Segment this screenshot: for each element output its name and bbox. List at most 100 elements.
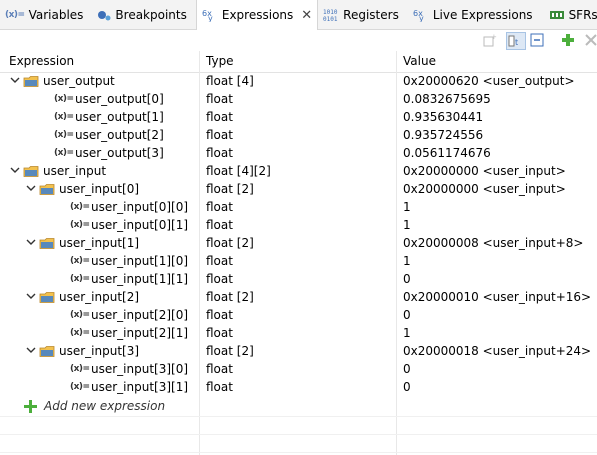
- expression-name: user_input[1]: [59, 236, 140, 250]
- svg-text:y: y: [419, 14, 424, 22]
- array-folder-icon: [23, 166, 39, 177]
- array-folder-icon: [23, 76, 39, 87]
- show-type-names-icon[interactable]: t: [506, 32, 526, 50]
- column-expression[interactable]: Expression: [9, 54, 74, 68]
- expression-value[interactable]: 1: [403, 218, 411, 232]
- tab-label: Breakpoints: [115, 7, 187, 22]
- expression-value[interactable]: 0x20000000 <user_input>: [403, 164, 566, 178]
- column-type[interactable]: Type: [206, 54, 234, 68]
- tree-row[interactable]: (x)= user_input[1][0] float 1: [0, 253, 597, 271]
- chevron-down-icon[interactable]: [25, 290, 37, 302]
- chevron-down-icon[interactable]: [9, 164, 21, 176]
- expression-value[interactable]: 0: [403, 362, 411, 376]
- tab-expressions[interactable]: 6x y Expressions ✕: [195, 0, 319, 30]
- tab-label: Variables: [28, 7, 84, 22]
- tree-row[interactable]: user_input[1] float [2] 0x20000008 <user_i…: [0, 235, 597, 253]
- expression-name: user_input: [43, 164, 107, 178]
- expression-value[interactable]: 0x20000018 <user_input+24>: [403, 344, 591, 358]
- expression-name: user_input[0][0]: [91, 200, 189, 214]
- expression-type: float [2]: [206, 182, 254, 196]
- expression-value[interactable]: 0: [403, 272, 411, 286]
- chevron-down-icon[interactable]: [25, 182, 37, 194]
- variable-icon: (x)=: [54, 148, 74, 158]
- expression-type: float: [206, 110, 233, 124]
- expression-value[interactable]: 0: [403, 380, 411, 394]
- expression-type: float: [206, 146, 233, 160]
- chevron-down-icon[interactable]: [25, 236, 37, 248]
- variable-icon: (x)=: [70, 328, 90, 338]
- expression-type: float: [206, 218, 233, 232]
- expression-value[interactable]: 0x20000620 <user_output>: [403, 74, 575, 88]
- tab-label: Live Expressions: [432, 7, 533, 22]
- column-header: Expression Type Value: [0, 51, 597, 73]
- variable-icon: (x)=: [70, 364, 90, 374]
- tree-row[interactable]: (x)= user_input[3][1] float 0: [0, 379, 597, 397]
- svg-text:y: y: [208, 14, 213, 22]
- tree-row[interactable]: user_input[2] float [2] 0x20000010 <user_i…: [0, 289, 597, 307]
- tree-row[interactable]: (x)= user_input[3][0] float 0: [0, 361, 597, 379]
- add-new-expression-row[interactable]: Add new expression: [0, 398, 597, 416]
- registers-icon: 1010 0101: [323, 8, 339, 22]
- svg-text:+: +: [491, 33, 497, 41]
- remove-disabled-icon[interactable]: [583, 32, 597, 48]
- tree-row[interactable]: (x)= user_output[2] float 0.935724556: [0, 127, 597, 145]
- empty-row-divider: [0, 452, 597, 453]
- tree-row[interactable]: (x)= user_input[0][1] float 1: [0, 217, 597, 235]
- tree-row[interactable]: (x)= user_output[0] float 0.0832675695: [0, 91, 597, 109]
- expression-value[interactable]: 0.0832675695: [403, 92, 491, 106]
- tree-row[interactable]: (x)= user_input[0][0] float 1: [0, 199, 597, 217]
- expression-value[interactable]: 1: [403, 254, 411, 268]
- expression-value[interactable]: 1: [403, 200, 411, 214]
- expressions-icon: 6x y: [202, 8, 218, 22]
- collapse-all-icon[interactable]: [529, 32, 545, 48]
- collapse-all-disabled-icon[interactable]: +: [482, 32, 498, 48]
- expression-type: float: [206, 254, 233, 268]
- svg-text:1010: 1010: [323, 9, 338, 16]
- column-value[interactable]: Value: [403, 54, 436, 68]
- svg-text:0101: 0101: [323, 16, 338, 22]
- tree-row[interactable]: (x)= user_output[3] float 0.0561174676: [0, 145, 597, 163]
- variable-icon: (x)=: [54, 130, 74, 140]
- expression-name: user_input[3][0]: [91, 362, 189, 376]
- tab-live-expressions[interactable]: 6x y Live Expressions: [408, 0, 538, 29]
- tree-row[interactable]: (x)= user_output[1] float 0.935630441: [0, 109, 597, 127]
- add-icon: [24, 400, 37, 413]
- chevron-down-icon[interactable]: [9, 74, 21, 86]
- tree-row[interactable]: user_input[3] float [2] 0x20000018 <user_i…: [0, 343, 597, 361]
- expression-value[interactable]: 0.935724556: [403, 128, 483, 142]
- tab-breakpoints[interactable]: Breakpoints: [92, 0, 191, 29]
- tree-row[interactable]: user_output float [4] 0x20000620 <user_out…: [0, 73, 597, 91]
- expression-name: user_input[2][0]: [91, 308, 189, 322]
- array-folder-icon: [39, 346, 55, 357]
- tree-row[interactable]: (x)= user_input[2][1] float 1: [0, 325, 597, 343]
- expression-value[interactable]: 0: [403, 308, 411, 322]
- expression-value[interactable]: 0x20000010 <user_input+16>: [403, 290, 591, 304]
- svg-text:t: t: [515, 38, 518, 47]
- expression-value[interactable]: 0x20000000 <user_input>: [403, 182, 566, 196]
- sfrs-icon: [549, 9, 565, 21]
- tab-registers[interactable]: 1010 0101 Registers: [318, 0, 404, 29]
- tab-sfrs[interactable]: SFRs: [544, 0, 597, 29]
- expression-value[interactable]: 0x20000008 <user_input+8>: [403, 236, 583, 250]
- expression-type: float: [206, 272, 233, 286]
- expression-value[interactable]: 1: [403, 326, 411, 340]
- expression-name: user_input[3][1]: [91, 380, 189, 394]
- expression-value[interactable]: 0.935630441: [403, 110, 483, 124]
- expression-name: user_output[3]: [75, 146, 164, 160]
- tab-variables[interactable]: (x)= Variables: [0, 0, 88, 29]
- expression-name: user_output[2]: [75, 128, 164, 142]
- chevron-down-icon[interactable]: [25, 344, 37, 356]
- expression-name: user_output[1]: [75, 110, 164, 124]
- tab-label: Expressions: [221, 8, 294, 22]
- tree-row[interactable]: user_input float [4][2] 0x20000000 <user_i…: [0, 163, 597, 181]
- array-folder-icon: [39, 238, 55, 249]
- expression-value[interactable]: 0.0561174676: [403, 146, 491, 160]
- expression-type: float [2]: [206, 344, 254, 358]
- expression-type: float: [206, 380, 233, 394]
- expression-type: float: [206, 308, 233, 322]
- add-expression-icon[interactable]: [560, 32, 576, 48]
- tree-row[interactable]: (x)= user_input[2][0] float 0: [0, 307, 597, 325]
- tree-row[interactable]: (x)= user_input[1][1] float 0: [0, 271, 597, 289]
- tree-row[interactable]: user_input[0] float [2] 0x20000000 <user_i…: [0, 181, 597, 199]
- close-icon[interactable]: ✕: [301, 8, 312, 23]
